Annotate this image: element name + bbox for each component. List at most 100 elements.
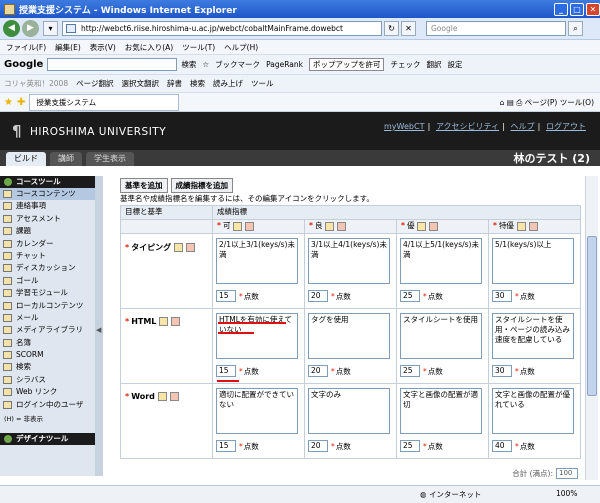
sidebar-item-syllabus[interactable]: シラバス bbox=[0, 374, 95, 386]
points-input[interactable]: 25 bbox=[400, 290, 420, 302]
sidebar-item-goals[interactable]: ゴール bbox=[0, 275, 95, 287]
settings-button[interactable]: 設定 bbox=[447, 59, 462, 70]
points-input[interactable]: 30 bbox=[492, 290, 512, 302]
description-textarea[interactable]: 4/1以上5/1(keys/s)未満 bbox=[400, 238, 482, 284]
tools-menu[interactable]: ツール(O) bbox=[560, 98, 594, 107]
tab-current[interactable]: 授業支援システム bbox=[29, 93, 180, 111]
logout-link[interactable]: ログアウト bbox=[546, 122, 586, 131]
description-textarea[interactable]: 2/1以上3/1(keys/s)未満 bbox=[216, 238, 298, 284]
mywebct-link[interactable]: myWebCT bbox=[384, 122, 424, 131]
sidebar-item-media-library[interactable]: メディアライブラリ bbox=[0, 324, 95, 336]
close-button[interactable]: ✕ bbox=[586, 2, 600, 16]
description-textarea[interactable]: スタイルシートを使用・ページの読み込み速度を配慮している bbox=[492, 313, 574, 359]
minimize-button[interactable]: _ bbox=[554, 2, 568, 16]
sidebar-item-local-content[interactable]: ローカルコンテンツ bbox=[0, 300, 95, 312]
add-favorite-icon[interactable]: ✚ bbox=[17, 97, 25, 108]
url-input[interactable]: http://webct6.riise.hiroshima-u.ac.jp/we… bbox=[62, 21, 382, 36]
edit-icon[interactable] bbox=[516, 221, 526, 231]
home-icon[interactable]: ⌂ bbox=[500, 98, 505, 107]
edit-icon[interactable] bbox=[325, 221, 335, 231]
google-search-button[interactable]: 検索 bbox=[181, 59, 196, 70]
sidebar-item-roster[interactable]: 名簿 bbox=[0, 337, 95, 349]
stop-button[interactable]: ✕ bbox=[401, 21, 416, 36]
points-input[interactable]: 20 bbox=[308, 365, 328, 377]
add-level-button[interactable]: 成績指標を追加 bbox=[170, 178, 233, 193]
print-icon[interactable]: ⎙ bbox=[516, 98, 522, 107]
sidebar-item-chat[interactable]: チャット bbox=[0, 250, 95, 262]
help-link[interactable]: ヘルプ bbox=[511, 122, 535, 131]
edit-icon[interactable] bbox=[233, 221, 243, 231]
sidebar-heading[interactable]: コースツール bbox=[0, 176, 95, 188]
sidebar-item-discussions[interactable]: ディスカッション bbox=[0, 262, 95, 274]
sidebar-item-web-links[interactable]: Web リンク bbox=[0, 386, 95, 398]
check-button[interactable]: チェック bbox=[390, 59, 420, 70]
edit-icon[interactable] bbox=[417, 221, 427, 231]
points-input[interactable]: 20 bbox=[308, 440, 328, 452]
bookmark-button[interactable]: ブックマーク bbox=[215, 59, 260, 70]
menu-favorites[interactable]: お気に入り(A) bbox=[125, 42, 173, 53]
sidebar-item-learning-modules[interactable]: 学習モジュール bbox=[0, 287, 95, 299]
page-menu[interactable]: ページ(P) bbox=[525, 98, 558, 107]
delete-icon[interactable] bbox=[528, 221, 538, 231]
description-textarea[interactable]: 5/1(keys/s)以上 bbox=[492, 238, 574, 284]
popup-allow-button[interactable]: ポップアップを許可 bbox=[308, 58, 385, 71]
tab-build[interactable]: ビルド bbox=[6, 152, 46, 166]
feed-icon[interactable]: ▤ bbox=[507, 98, 514, 107]
edit-icon[interactable] bbox=[174, 243, 184, 252]
search-button[interactable]: 検索 bbox=[190, 78, 205, 89]
maximize-button[interactable]: □ bbox=[570, 2, 584, 16]
tab-student-view[interactable]: 学生表示 bbox=[86, 152, 134, 166]
description-textarea[interactable]: タグを使用 bbox=[308, 313, 390, 359]
zoom-level[interactable]: 100% bbox=[556, 489, 577, 498]
tools-button[interactable]: ツール bbox=[251, 78, 274, 89]
menu-help[interactable]: ヘルプ(H) bbox=[224, 42, 258, 53]
translate-button[interactable]: 翻訳 bbox=[426, 59, 441, 70]
read-aloud-button[interactable]: 読み上げ bbox=[213, 78, 243, 89]
search-icon[interactable]: ⌕ bbox=[568, 21, 583, 36]
description-textarea[interactable]: 適切に配置ができていない bbox=[216, 388, 298, 434]
delete-icon[interactable] bbox=[186, 243, 196, 252]
description-textarea[interactable]: 文字のみ bbox=[308, 388, 390, 434]
delete-icon[interactable] bbox=[245, 221, 255, 231]
description-textarea[interactable]: 3/1以上4/1(keys/s)未満 bbox=[308, 238, 390, 284]
favorites-star-icon[interactable]: ★ bbox=[4, 97, 13, 108]
star-icon[interactable]: ☆ bbox=[202, 60, 209, 69]
delete-icon[interactable] bbox=[337, 221, 347, 231]
vertical-scrollbar[interactable] bbox=[585, 176, 598, 480]
sidebar-item-assignments[interactable]: 課題 bbox=[0, 225, 95, 237]
refresh-button[interactable]: ↻ bbox=[384, 21, 399, 36]
points-input[interactable]: 15 bbox=[216, 290, 236, 302]
delete-icon[interactable] bbox=[429, 221, 439, 231]
menu-edit[interactable]: 編集(E) bbox=[55, 42, 81, 53]
menu-file[interactable]: ファイル(F) bbox=[6, 42, 46, 53]
designer-tools-heading[interactable]: デザイナツール bbox=[0, 433, 95, 446]
delete-icon[interactable] bbox=[169, 392, 179, 401]
sidebar-collapse-handle[interactable]: ◀ bbox=[95, 176, 103, 476]
points-input[interactable]: 25 bbox=[400, 365, 420, 377]
menu-view[interactable]: 表示(V) bbox=[90, 42, 116, 53]
page-translate-button[interactable]: ページ翻訳 bbox=[76, 78, 113, 89]
description-textarea[interactable]: 文字と画像の配置が優れている bbox=[492, 388, 574, 434]
tab-teach[interactable]: 講師 bbox=[50, 152, 82, 166]
sidebar-item-announcements[interactable]: 連絡事項 bbox=[0, 200, 95, 212]
sidebar-item-search[interactable]: 検索 bbox=[0, 361, 95, 373]
sidebar-item-scorm[interactable]: SCORM bbox=[0, 349, 95, 361]
points-input[interactable]: 25 bbox=[400, 440, 420, 452]
selection-translate-button[interactable]: 選択文翻訳 bbox=[121, 78, 159, 89]
sidebar-item-online-users[interactable]: ログイン中のユーザ bbox=[0, 399, 95, 411]
google-search-input[interactable] bbox=[47, 58, 178, 71]
sidebar-item-course-content[interactable]: コースコンテンツ bbox=[0, 188, 95, 201]
scrollbar-thumb[interactable] bbox=[587, 236, 597, 396]
search-input[interactable]: Google bbox=[426, 21, 566, 36]
dictionary-button[interactable]: 辞書 bbox=[167, 78, 182, 89]
points-input[interactable]: 20 bbox=[308, 290, 328, 302]
add-criterion-button[interactable]: 基準を追加 bbox=[120, 178, 168, 193]
edit-icon[interactable] bbox=[157, 392, 167, 401]
points-input[interactable]: 15 bbox=[216, 440, 236, 452]
description-textarea[interactable]: スタイルシートを使用 bbox=[400, 313, 482, 359]
back-button[interactable]: ◀ bbox=[3, 20, 20, 37]
description-textarea[interactable]: HTMLを有効に使えていない bbox=[216, 313, 298, 359]
menu-tools[interactable]: ツール(T) bbox=[182, 42, 215, 53]
points-input[interactable]: 15 bbox=[216, 365, 236, 377]
sidebar-item-mail[interactable]: メール bbox=[0, 312, 95, 324]
